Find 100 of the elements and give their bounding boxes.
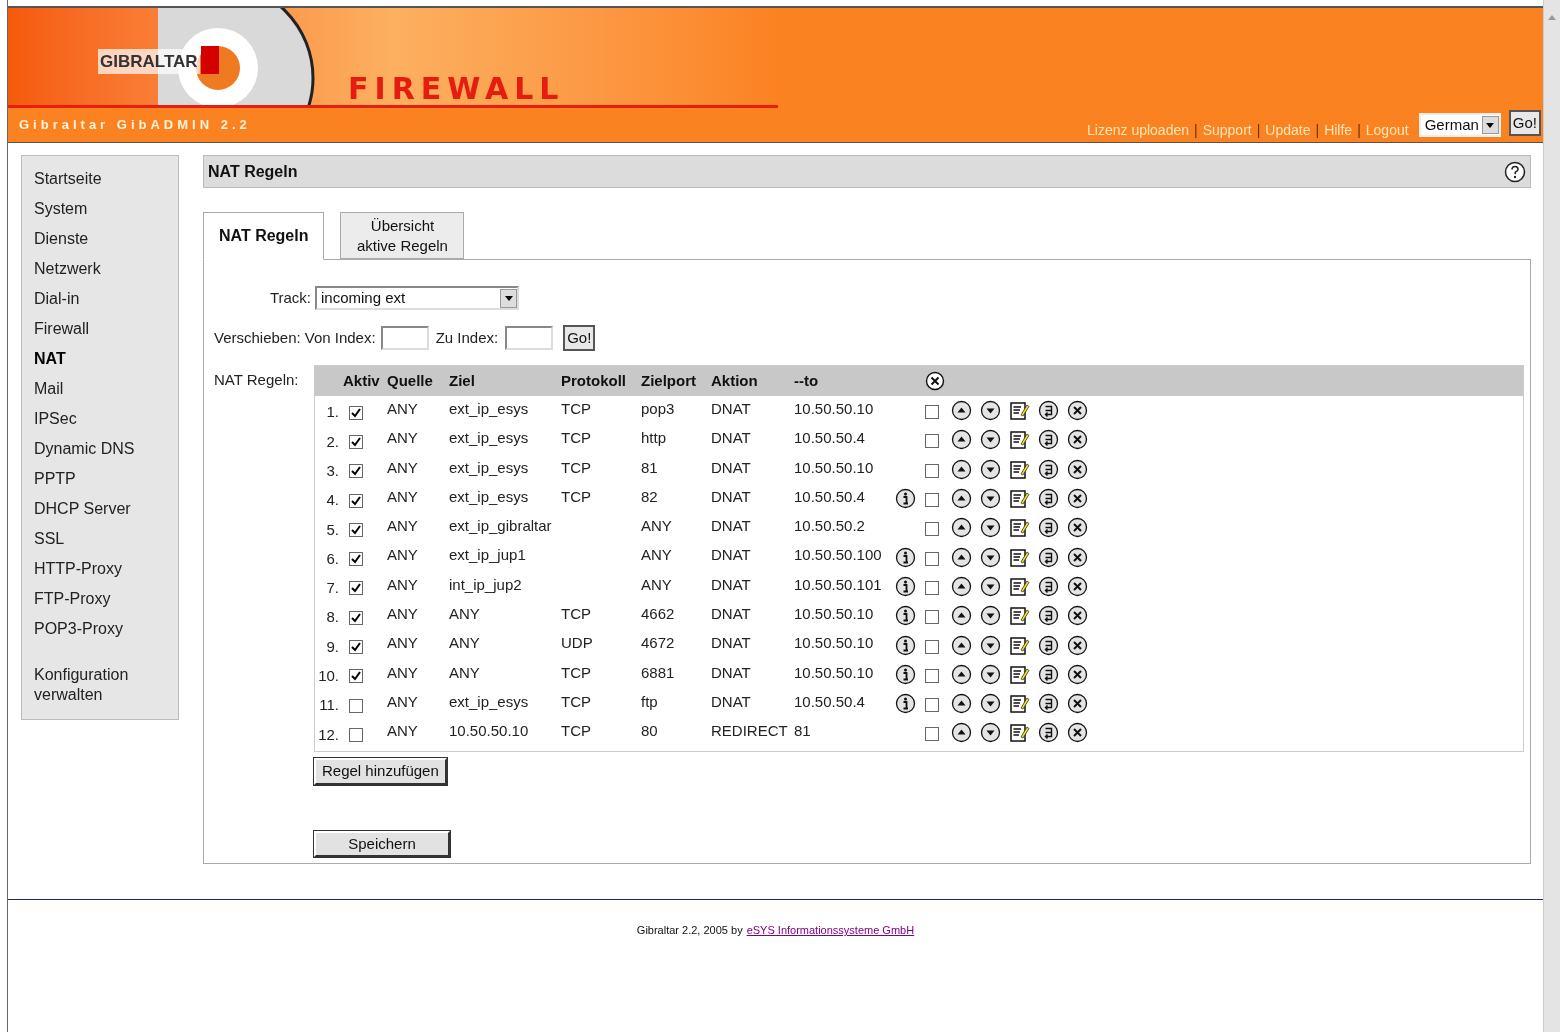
checkbox[interactable] xyxy=(925,405,939,420)
delete-icon[interactable] xyxy=(1067,458,1088,480)
checkbox[interactable] xyxy=(925,434,939,449)
edit-icon[interactable] xyxy=(1009,429,1030,451)
info-icon[interactable] xyxy=(895,634,916,656)
move-up-icon[interactable] xyxy=(951,429,972,451)
copy-icon[interactable] xyxy=(1038,663,1059,685)
checkbox[interactable] xyxy=(925,668,939,683)
edit-icon[interactable] xyxy=(1009,634,1030,656)
move-up-icon[interactable] xyxy=(951,634,972,656)
checkbox[interactable] xyxy=(349,610,363,625)
edit-icon[interactable] xyxy=(1009,546,1030,568)
checkbox[interactable] xyxy=(349,727,363,742)
info-icon[interactable] xyxy=(895,575,916,597)
sidebar-item[interactable]: Dienste xyxy=(22,224,178,254)
checkbox[interactable] xyxy=(349,640,363,654)
info-icon[interactable] xyxy=(895,546,916,568)
sidebar-item[interactable]: POP3-Proxy xyxy=(22,614,178,644)
move-up-icon[interactable] xyxy=(951,722,972,744)
checkbox[interactable] xyxy=(349,698,363,713)
delete-icon[interactable] xyxy=(1067,488,1088,510)
sidebar-item[interactable]: Mail xyxy=(22,374,178,404)
info-icon[interactable] xyxy=(895,663,916,685)
copy-icon[interactable] xyxy=(1038,575,1059,597)
delete-icon[interactable] xyxy=(1067,429,1088,451)
copy-icon[interactable] xyxy=(1038,634,1059,656)
info-icon[interactable] xyxy=(895,488,916,510)
move-down-icon[interactable] xyxy=(980,575,1001,597)
edit-icon[interactable] xyxy=(1009,693,1030,715)
delete-icon[interactable] xyxy=(1067,663,1088,685)
edit-icon[interactable] xyxy=(1009,663,1030,685)
edit-icon[interactable] xyxy=(1009,488,1030,510)
checkbox[interactable] xyxy=(925,522,939,537)
sidebar-item[interactable]: Startseite xyxy=(22,164,178,194)
go-button[interactable]: Go! xyxy=(563,325,596,351)
move-up-icon[interactable] xyxy=(951,575,972,597)
checkbox[interactable] xyxy=(349,522,363,537)
checkbox[interactable] xyxy=(349,405,363,420)
copy-icon[interactable] xyxy=(1038,605,1059,627)
copy-icon[interactable] xyxy=(1038,458,1059,480)
help-icon[interactable] xyxy=(1504,160,1526,183)
sidebar-item[interactable]: IPSec xyxy=(22,404,178,434)
edit-icon[interactable] xyxy=(1009,722,1030,744)
checkbox[interactable] xyxy=(349,581,363,596)
go-button[interactable]: Go! xyxy=(1508,110,1541,136)
checkbox[interactable] xyxy=(349,464,363,479)
delete-icon[interactable] xyxy=(1067,546,1088,568)
move-down-icon[interactable] xyxy=(980,605,1001,627)
edit-icon[interactable] xyxy=(1009,605,1030,627)
tab[interactable]: Übersicht aktive Regeln xyxy=(340,212,465,259)
scrollbar[interactable] xyxy=(1543,0,1560,1032)
tab[interactable]: NAT Regeln xyxy=(203,212,325,260)
sidebar-item[interactable]: Konfiguration verwalten xyxy=(22,660,142,710)
info-icon[interactable] xyxy=(895,693,916,715)
delete-icon[interactable] xyxy=(1067,722,1088,744)
checkbox[interactable] xyxy=(925,610,939,625)
move-up-icon[interactable] xyxy=(951,663,972,685)
move-down-icon[interactable] xyxy=(980,429,1001,451)
move-up-icon[interactable] xyxy=(951,517,972,539)
sidebar-item[interactable]: Dynamic DNS xyxy=(22,434,178,464)
edit-icon[interactable] xyxy=(1009,575,1030,597)
move-up-icon[interactable] xyxy=(951,693,972,715)
sidebar-item[interactable]: System xyxy=(22,194,178,224)
checkbox[interactable] xyxy=(349,552,363,567)
sidebar-item[interactable]: FTP-Proxy xyxy=(22,584,178,614)
checkbox[interactable] xyxy=(925,463,939,478)
track-select[interactable]: incoming ext xyxy=(315,286,519,310)
language-select[interactable]: German xyxy=(1418,113,1501,137)
move-up-icon[interactable] xyxy=(951,400,972,422)
sidebar-item[interactable]: PPTP xyxy=(22,464,178,494)
edit-icon[interactable] xyxy=(1009,517,1030,539)
checkbox[interactable] xyxy=(925,727,939,742)
move-down-icon[interactable] xyxy=(980,693,1001,715)
move-down-icon[interactable] xyxy=(980,517,1001,539)
add-rule-button[interactable]: Regel hinzufügen xyxy=(314,757,447,785)
copy-icon[interactable] xyxy=(1038,488,1059,510)
move-down-icon[interactable] xyxy=(980,663,1001,685)
checkbox[interactable] xyxy=(925,551,939,566)
index-input[interactable] xyxy=(505,326,554,350)
sidebar-item[interactable]: Dial-in xyxy=(22,284,178,314)
checkbox[interactable] xyxy=(925,493,939,508)
checkbox[interactable] xyxy=(349,434,363,449)
move-down-icon[interactable] xyxy=(980,488,1001,510)
move-up-icon[interactable] xyxy=(951,546,972,568)
checkbox[interactable] xyxy=(925,639,939,654)
move-up-icon[interactable] xyxy=(951,488,972,510)
index-input[interactable] xyxy=(380,326,429,350)
delete-icon[interactable] xyxy=(925,371,945,391)
delete-icon[interactable] xyxy=(1067,693,1088,715)
move-down-icon[interactable] xyxy=(980,634,1001,656)
checkbox[interactable] xyxy=(349,669,363,684)
delete-icon[interactable] xyxy=(1067,634,1088,656)
sidebar-item[interactable]: SSL xyxy=(22,524,178,554)
checkbox[interactable] xyxy=(925,580,939,595)
move-down-icon[interactable] xyxy=(980,458,1001,480)
move-down-icon[interactable] xyxy=(980,546,1001,568)
checkbox[interactable] xyxy=(925,698,939,713)
copy-icon[interactable] xyxy=(1038,546,1059,568)
delete-icon[interactable] xyxy=(1067,517,1088,539)
copy-icon[interactable] xyxy=(1038,517,1059,539)
